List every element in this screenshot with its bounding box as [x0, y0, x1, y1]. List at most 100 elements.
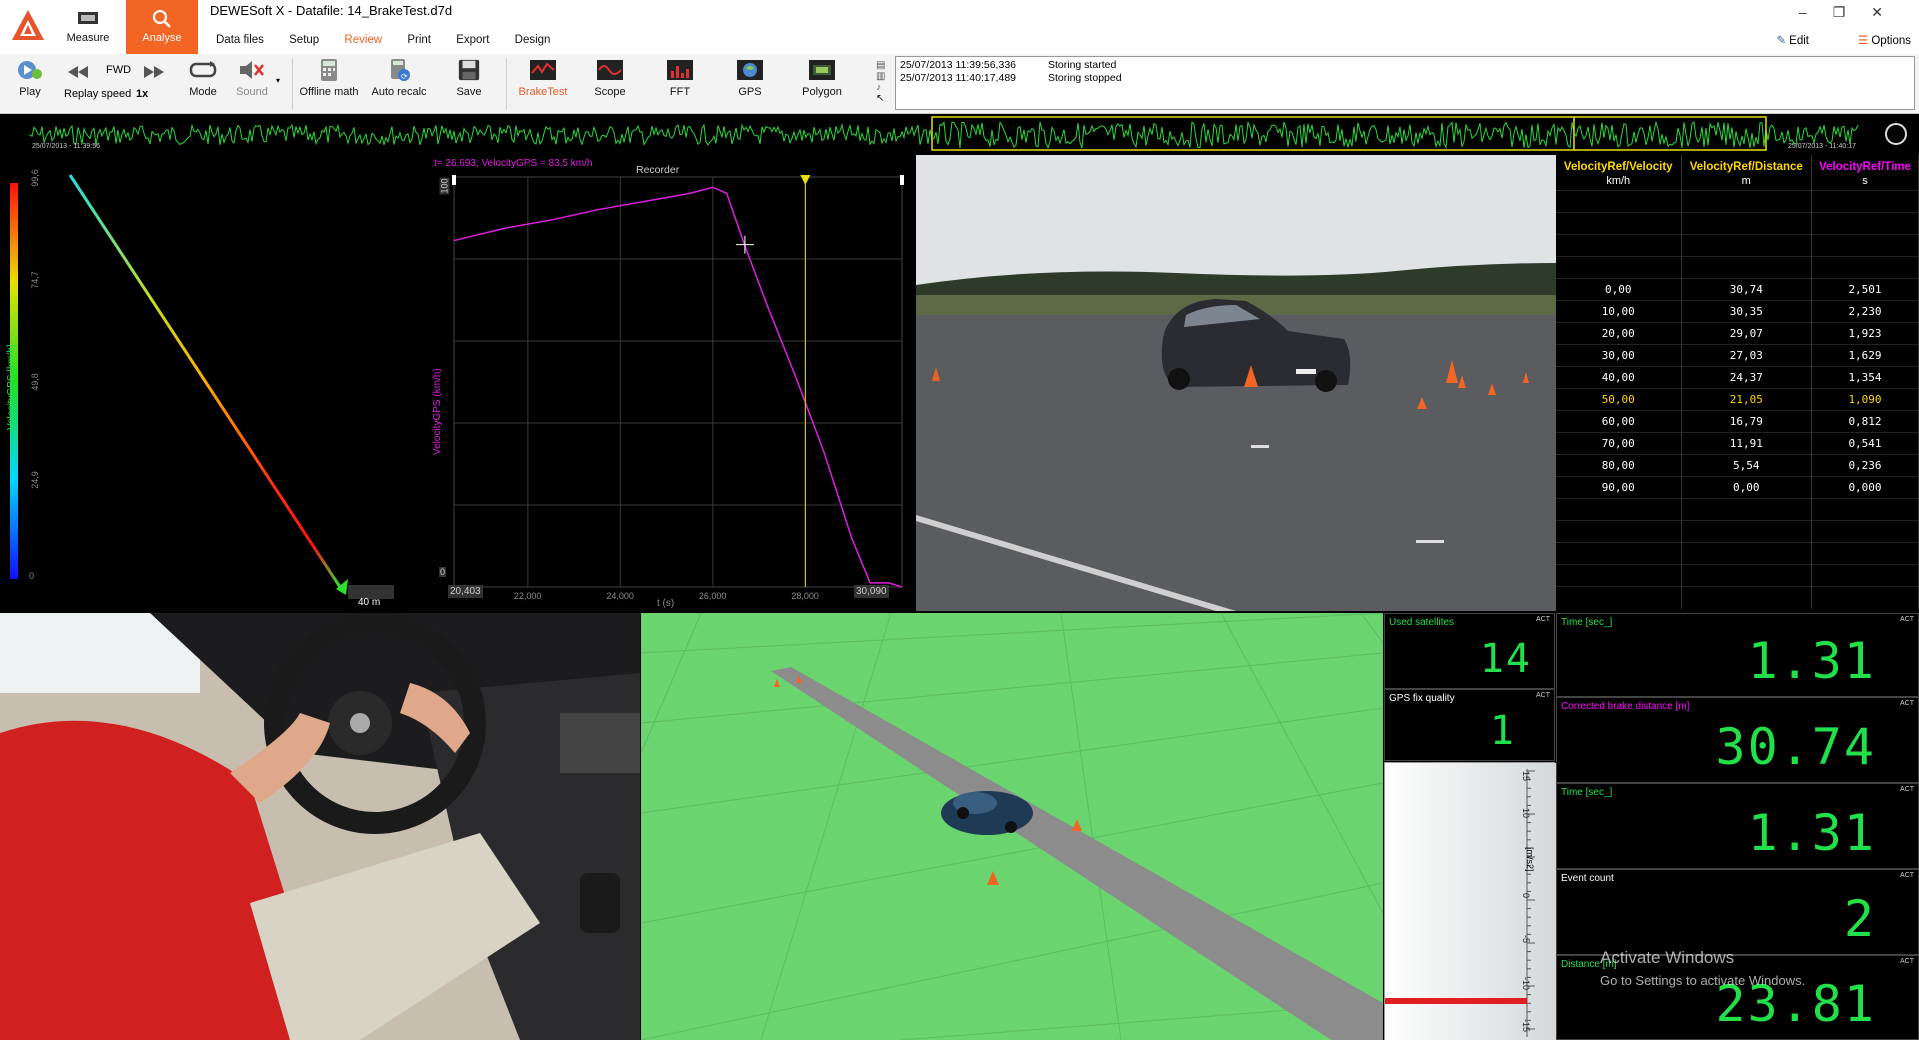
table-row[interactable]: 20,00 29,07 1,923 [1556, 322, 1919, 345]
notes-icon[interactable]: ▤ [876, 60, 890, 71]
overview-timeline[interactable]: 25/07/2013 - 11:39:56 25/07/2013 - 11:40… [0, 115, 1919, 154]
table-cell: 50,00 [1556, 388, 1682, 411]
table-cell: 30,00 [1556, 344, 1682, 367]
screen-tab-fft[interactable]: FFT [652, 58, 708, 98]
menu-data-files[interactable]: Data files [216, 34, 264, 46]
table-empty-row [1556, 256, 1919, 279]
table-cell: 0,00 [1681, 476, 1813, 499]
corrected-brake-distance-meter[interactable]: Corrected brake distance [m] ACT 30.74 [1556, 697, 1919, 783]
fast-forward-icon[interactable] [142, 64, 166, 80]
save-button[interactable]: Save [452, 58, 486, 98]
table-cell [1556, 586, 1682, 609]
event-row[interactable]: 25/07/2013 11:40:17,489 Storing stopped [900, 72, 1910, 85]
table-row[interactable]: 40,00 24,37 1,354 [1556, 366, 1919, 389]
acceleration-bar-gauge [1385, 763, 1556, 1040]
menu-print[interactable]: Print [407, 34, 431, 46]
sound-dropdown-icon[interactable]: ▾ [276, 76, 280, 85]
act-label: ACT [1900, 958, 1914, 965]
range-handle-left [452, 175, 456, 185]
overview-waveform[interactable] [0, 115, 1919, 154]
replay-speed-label: Replay speed [64, 88, 132, 100]
play-button[interactable]: Play [12, 58, 48, 98]
text-note-icon[interactable]: ▥ [876, 71, 890, 82]
edit-button[interactable]: ✎ Edit [1776, 33, 1809, 47]
time-meter[interactable]: Time [sec_] ACT 1.31 [1556, 613, 1919, 697]
acceleration-vertical-bar-meter[interactable]: [m/s2] 15 10 5 0 -5 -10 -15 [1384, 762, 1556, 1040]
table-cell: 0,812 [1811, 410, 1919, 433]
voice-note-icon[interactable]: ♪ [876, 82, 890, 93]
close-icon[interactable]: ✕ [1871, 4, 1909, 20]
direction-label[interactable]: FWD [106, 64, 131, 76]
table-header-time[interactable]: VelocityRef/Time [1811, 155, 1919, 175]
screen-tab-label: Scope [594, 86, 626, 98]
event-count-meter[interactable]: Event count ACT 2 [1556, 869, 1919, 955]
table-cell [1811, 564, 1919, 587]
event-row[interactable]: 25/07/2013 11:39:56,336 Storing started [900, 59, 1910, 72]
recorder-panel[interactable]: t= 26,693; VelocityGPS = 83,5 km/h Recor… [424, 155, 914, 611]
driver-video-panel[interactable] [0, 613, 640, 1040]
table-row[interactable]: 90,00 0,00 0,000 [1556, 476, 1919, 499]
used-satellites-meter[interactable]: Used satellites ACT 14 [1384, 613, 1555, 689]
polygon-screen-icon [809, 60, 835, 80]
velocity-reference-table-panel[interactable]: VelocityRef/Velocity VelocityRef/Distanc… [1556, 155, 1919, 611]
screen-tab-scope[interactable]: Scope [582, 58, 638, 98]
table-row[interactable]: 0,00 30,74 2,501 [1556, 278, 1919, 301]
mode-label: Mode [189, 86, 217, 98]
act-label: ACT [1900, 872, 1914, 879]
scope-screen-icon [597, 60, 623, 80]
menu-export[interactable]: Export [456, 34, 489, 46]
table-cell [1681, 564, 1813, 587]
table-row[interactable]: 30,00 27,03 1,629 [1556, 344, 1919, 367]
clock-icon[interactable] [1885, 123, 1907, 145]
pointer-icon[interactable]: ↖ [876, 93, 890, 104]
accel-tick: 15 [1521, 771, 1531, 782]
table-cell: 0,000 [1811, 476, 1919, 499]
gps-fix-quality-meter[interactable]: GPS fix quality ACT 1 [1384, 689, 1555, 761]
table-row[interactable]: 70,00 11,91 0,541 [1556, 432, 1919, 455]
measure-mode-button[interactable]: Measure [50, 0, 126, 54]
act-label: ACT [1900, 616, 1914, 623]
screen-tab-label: BrakeTest [518, 86, 568, 98]
3d-scene[interactable] [641, 613, 1383, 1040]
analyse-mode-button[interactable]: Analyse [126, 0, 198, 54]
table-empty-row [1556, 234, 1919, 257]
gps-trajectory-panel[interactable]: VelocityGPS [km/h] 99,6 74,7 49,8 24,9 0… [0, 155, 422, 611]
overview-end-time: 25/07/2013 - 11:40:17 [1788, 143, 1856, 150]
screen-tab-gps[interactable]: GPS [722, 58, 778, 98]
table-header-distance[interactable]: VelocityRef/Distance [1681, 155, 1813, 175]
track-video-panel[interactable] [916, 155, 1556, 611]
gps-trajectory-plot[interactable] [0, 155, 422, 611]
offline-math-button[interactable]: Offline math [296, 58, 362, 98]
screen-tab-braketest[interactable]: BrakeTest [510, 58, 576, 98]
minimize-icon[interactable]: – [1799, 4, 1833, 20]
mode-button[interactable]: Mode [186, 58, 220, 98]
velocity-reference-table[interactable]: VelocityRef/Velocity VelocityRef/Distanc… [1556, 155, 1919, 609]
table-cell [1556, 212, 1682, 235]
menu-design[interactable]: Design [515, 34, 551, 46]
rewind-icon[interactable] [66, 64, 90, 80]
accel-unit: [m/s2] [1525, 847, 1535, 872]
table-unit: m [1681, 175, 1813, 191]
table-row[interactable]: 10,00 30,35 2,230 [1556, 300, 1919, 323]
table-header-velocity[interactable]: VelocityRef/Velocity [1556, 155, 1682, 175]
table-row[interactable]: 80,00 5,54 0,236 [1556, 454, 1919, 477]
time-meter-2[interactable]: Time [sec_] ACT 1.31 [1556, 783, 1919, 869]
measure-icon [78, 12, 98, 24]
y-min-label: 0 [439, 567, 447, 577]
table-row[interactable]: 60,00 16,79 0,812 [1556, 410, 1919, 433]
restore-icon[interactable]: ❐ [1833, 4, 1872, 20]
options-button[interactable]: ☰ Options [1858, 33, 1911, 47]
meter-caption: Time [sec_] [1561, 617, 1613, 628]
3d-polygon-view[interactable] [641, 613, 1383, 1040]
table-row[interactable]: 50,00 21,05 1,090 [1556, 388, 1919, 411]
menu-setup[interactable]: Setup [289, 34, 319, 46]
activation-watermark-subtitle: Go to Settings to activate Windows. [1600, 973, 1806, 988]
menu-review[interactable]: Review [344, 34, 382, 46]
play-icon [18, 61, 42, 79]
recorder-chart[interactable]: 22,000 24,000 26,000 28,000 [424, 155, 914, 611]
replay-speed-value[interactable]: 1x [136, 88, 148, 100]
table-unit: s [1811, 175, 1919, 191]
sound-button[interactable]: Sound [234, 58, 270, 98]
auto-recalc-button[interactable]: ⟳ Auto recalc [368, 58, 430, 98]
screen-tab-polygon[interactable]: Polygon [792, 58, 852, 98]
